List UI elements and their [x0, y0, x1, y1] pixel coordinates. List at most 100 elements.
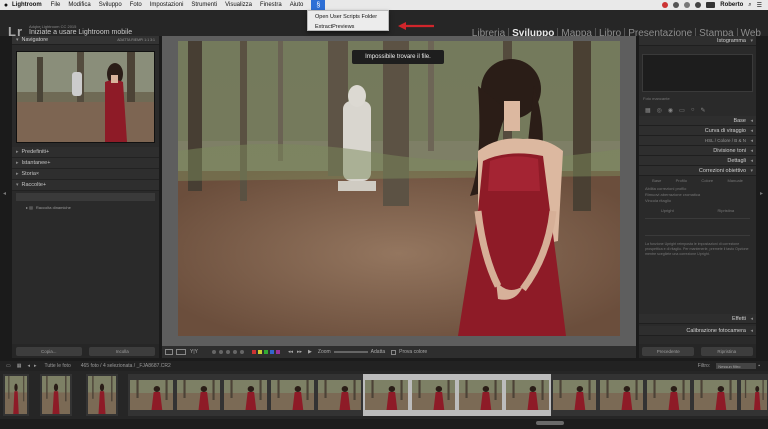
filmstrip-thumb[interactable] — [40, 374, 72, 416]
filmstrip-scroll-thumb[interactable] — [536, 421, 564, 425]
navigator-preview[interactable] — [16, 51, 155, 143]
filmstrip-thumb[interactable] — [457, 374, 504, 416]
tab-manual[interactable]: Manuale — [727, 178, 742, 183]
filmstrip-thumb[interactable] — [316, 374, 363, 416]
navigator-zoom-options[interactable]: ADATTA RIEMPI 1:1 3:1 — [117, 38, 155, 42]
filter-select[interactable]: Nessun filtro — [716, 363, 757, 369]
source-label[interactable]: Tutte le foto — [45, 363, 71, 369]
filmstrip-thumb[interactable] — [3, 374, 29, 416]
rating-star-2-icon[interactable] — [218, 350, 223, 354]
upright-reset-button[interactable]: Ripristina — [717, 208, 734, 213]
radial-filter-icon[interactable]: ○ — [691, 107, 695, 113]
menu-develop[interactable]: Sviluppo — [99, 2, 122, 8]
menu-edit[interactable]: Modifica — [68, 2, 90, 8]
filmstrip-thumb[interactable] — [504, 374, 551, 416]
open-user-scripts-folder-item[interactable]: Open User Scripts Folder — [308, 12, 388, 22]
filmstrip-thumb[interactable] — [269, 374, 316, 416]
reset-button[interactable]: Ripristina — [700, 346, 753, 356]
play-icon[interactable]: ▶ — [308, 349, 312, 355]
upright-buttons[interactable] — [645, 218, 750, 236]
histogram-header[interactable]: Istogramma ▾ — [639, 36, 756, 46]
history-section[interactable]: ▸ Storia × — [12, 169, 159, 180]
filmstrip-thumb[interactable] — [363, 374, 410, 416]
add-preset-icon[interactable]: + — [46, 149, 49, 155]
tone-curve-section[interactable]: Curva di viraggio ◂ — [639, 126, 756, 136]
bluetooth-icon[interactable] — [684, 2, 691, 8]
calibration-section[interactable]: Calibrazione fotocamera ◂ — [639, 326, 756, 336]
yellow-label-icon[interactable] — [257, 350, 262, 354]
tab-color[interactable]: Colore — [701, 178, 713, 183]
detail-section[interactable]: Dettagli ◂ — [639, 156, 756, 166]
tab-profile[interactable]: Profilo — [676, 178, 687, 183]
previous-button[interactable]: Precedente — [642, 346, 695, 356]
next-icon[interactable]: ▸▸ — [297, 349, 302, 355]
filmstrip-thumb[interactable] — [692, 374, 739, 416]
lens-corrections-section[interactable]: Correzioni obiettivo ▾ — [639, 166, 756, 176]
green-label-icon[interactable] — [263, 350, 268, 354]
sync-icon[interactable] — [673, 2, 680, 8]
battery-icon[interactable] — [706, 2, 716, 8]
basic-section[interactable]: Base ◂ — [639, 116, 756, 126]
app-menu[interactable]: Lightroom — [12, 2, 42, 8]
develop-photo[interactable] — [178, 41, 620, 336]
scripts-menu-icon[interactable]: § — [311, 0, 326, 10]
loupe-view-icon[interactable] — [165, 349, 173, 355]
navigator-header[interactable]: ▾ Navigatore ADATTA RIEMPI 1:1 3:1 — [12, 36, 159, 45]
spotlight-icon[interactable]: ⌕ — [748, 2, 751, 9]
filmstrip-thumb[interactable] — [645, 374, 692, 416]
previous-icon[interactable]: ◂◂ — [288, 349, 293, 355]
wifi-icon[interactable] — [695, 2, 702, 8]
notification-icon[interactable]: ☰ — [757, 2, 762, 9]
menu-window[interactable]: Finestra — [260, 2, 282, 8]
red-eye-icon[interactable]: ◉ — [668, 107, 673, 114]
clear-history-icon[interactable]: × — [36, 171, 39, 177]
user-name[interactable]: Roberto — [720, 2, 743, 8]
filmstrip-thumb[interactable] — [739, 374, 768, 416]
collections-section[interactable]: ▾ Raccolte + — [12, 180, 159, 191]
constrain-crop-checkbox[interactable]: Vincola ritaglio — [645, 198, 750, 204]
grid-view-icon[interactable]: ▦ — [17, 363, 22, 369]
red-label-icon[interactable] — [251, 350, 256, 354]
menu-settings[interactable]: Impostazioni — [150, 2, 184, 8]
split-toning-section[interactable]: Divisione toni ◂ — [639, 146, 756, 156]
mobile-start-link[interactable]: Iniziate a usare Lightroom mobile — [29, 29, 132, 36]
paste-button[interactable]: Incolla — [89, 346, 156, 356]
rating-star-1-icon[interactable] — [211, 350, 216, 354]
apple-menu-icon[interactable]: ● — [0, 2, 12, 9]
add-collection-icon[interactable]: + — [43, 182, 46, 188]
main-image-area[interactable] — [162, 36, 636, 346]
menu-help[interactable]: Aiuto — [290, 2, 304, 8]
right-panel-toggle-icon[interactable]: ▸ — [760, 190, 763, 197]
graduated-filter-icon[interactable]: ▭ — [679, 107, 685, 114]
filmstrip-thumb[interactable] — [551, 374, 598, 416]
presets-section[interactable]: ▸ Predefiniti + — [12, 147, 159, 158]
rating-star-5-icon[interactable] — [239, 350, 244, 354]
filmstrip-thumb[interactable] — [128, 374, 175, 416]
menu-photo[interactable]: Foto — [130, 2, 142, 8]
filmstrip-thumb[interactable] — [175, 374, 222, 416]
filmstrip-thumb[interactable] — [86, 374, 118, 416]
effects-section[interactable]: Effetti ◂ — [639, 314, 756, 324]
tab-basic[interactable]: Base — [652, 178, 661, 183]
yy-icon[interactable]: Y|Y — [190, 349, 198, 355]
collections-filter[interactable] — [16, 193, 155, 201]
hsl-section[interactable]: HSL / Colore / B & N ◂ — [639, 136, 756, 146]
forward-icon[interactable]: ▸ — [34, 363, 37, 369]
rating-star-4-icon[interactable] — [232, 350, 237, 354]
adjustment-brush-icon[interactable]: ✎ — [700, 107, 705, 114]
copy-button[interactable]: Copia... — [15, 346, 82, 356]
filmstrip-toggle-icon[interactable]: ▭ — [6, 363, 11, 369]
zoom-slider[interactable] — [333, 351, 368, 353]
record-icon[interactable] — [662, 2, 669, 8]
filmstrip-scrollbar[interactable] — [0, 419, 768, 429]
purple-label-icon[interactable] — [275, 350, 280, 354]
back-icon[interactable]: ◂ — [27, 363, 30, 369]
extract-previews-item[interactable]: ExtractPreviews — [308, 22, 388, 32]
selection-info[interactable]: 465 foto / 4 selezionata / _FJA8687.CR2 — [81, 363, 171, 369]
filmstrip-thumb[interactable] — [222, 374, 269, 416]
snapshots-section[interactable]: ▸ Istantanee + — [12, 158, 159, 169]
left-panel-toggle-icon[interactable]: ◂ — [3, 190, 6, 197]
blue-label-icon[interactable] — [269, 350, 274, 354]
menu-tools[interactable]: Strumenti — [191, 2, 217, 8]
rating-star-3-icon[interactable] — [225, 350, 230, 354]
